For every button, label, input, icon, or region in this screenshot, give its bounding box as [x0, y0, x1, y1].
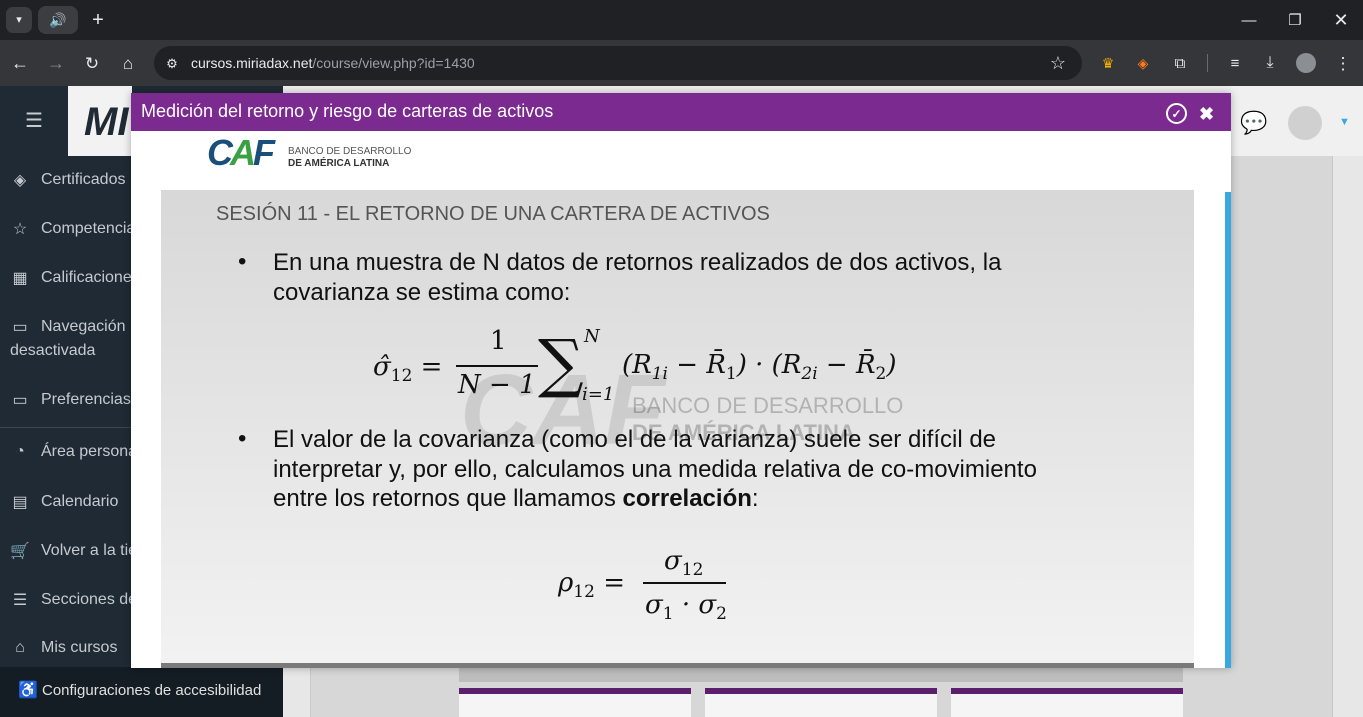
- complete-check-icon[interactable]: ✓: [1166, 103, 1187, 124]
- bullet2-line3-pre: entre los retornos que llamamos: [273, 485, 623, 512]
- caf-logo: CAF: [207, 132, 275, 173]
- star-icon: ☆: [12, 221, 28, 238]
- course-card[interactable]: [951, 688, 1183, 717]
- list-icon: ☰: [12, 592, 28, 609]
- sidebar-item-label: Calendario: [41, 493, 119, 510]
- sidebar-item-label: Competencias: [41, 220, 144, 237]
- sum-lower: i=1: [582, 384, 615, 405]
- sidebar-item-label: Mis cursos: [41, 639, 118, 656]
- sidebar-item-competencias[interactable]: ☆ Competencias: [10, 219, 143, 239]
- sidebar-item-label: Navegación: [41, 318, 126, 335]
- sidebar-item-calificaciones[interactable]: ▦ Calificaciones: [10, 268, 140, 288]
- tab-list-icon[interactable]: ▾: [6, 7, 32, 33]
- logo-text-line2: DE AMÉRICA LATINA: [288, 158, 390, 169]
- sidebar-item-label: Preferencias: [41, 391, 131, 408]
- minimize-icon[interactable]: —: [1235, 8, 1263, 32]
- home-icon[interactable]: ⌂: [118, 53, 138, 73]
- grad-cap-icon[interactable]: ◈: [1133, 53, 1153, 73]
- formula-corr-num: σ12: [664, 546, 704, 581]
- star-icon[interactable]: ☆: [1048, 53, 1068, 73]
- sidebar-item-label-line2: desactivada: [10, 342, 96, 359]
- bullet2-line2: interpretar y, por ello, calculamos una …: [273, 456, 1037, 483]
- profile-icon[interactable]: [1296, 53, 1316, 73]
- bullet2-line3: entre los retornos que llamamos correlac…: [273, 484, 759, 514]
- sidebar-item-mis-cursos[interactable]: ⌂ Mis cursos: [10, 639, 117, 657]
- formula-cov-lhs: σ̂12 =: [373, 352, 443, 387]
- new-tab-icon[interactable]: +: [86, 8, 110, 32]
- watermark-text-line1: BANCO DE DESARROLLO: [632, 393, 904, 418]
- sidebar-item-label: Calificaciones: [41, 269, 140, 286]
- formula-cov-num: 1: [490, 326, 507, 356]
- grad-icon: ⌂: [15, 639, 25, 656]
- close-window-icon[interactable]: ✕: [1327, 8, 1355, 32]
- sidebar-item-label: Certificados: [41, 171, 126, 188]
- site-logo[interactable]: MI: [84, 100, 128, 145]
- close-icon[interactable]: ✖: [1199, 104, 1214, 125]
- menu-icon[interactable]: ⋮: [1333, 53, 1353, 73]
- bullet2-line1: El valor de la covarianza (como el de la…: [273, 426, 997, 453]
- slide-bottom-border: [161, 663, 1194, 668]
- session-title: SESIÓN 11 - EL RETORNO DE UNA CARTERA DE…: [216, 203, 770, 225]
- bullet1-line2: covarianza se estima como:: [273, 279, 571, 306]
- formula-corr-den: σ1 · σ2: [645, 590, 727, 625]
- bullet2-line3-bold: correlación: [622, 485, 752, 512]
- sidebar-item-preferencias[interactable]: ▭ Preferencias: [10, 390, 131, 410]
- formula-cov-den: N − 1: [458, 370, 536, 400]
- bullet1-line1: En una muestra de N datos de retornos re…: [273, 249, 1002, 276]
- url-text: cursos.miriadax.net/course/view.php?id=1…: [191, 55, 475, 71]
- formula-frac-bar: [456, 365, 538, 367]
- download-icon[interactable]: ⤓: [1260, 53, 1280, 73]
- chevron-down-icon[interactable]: ▼: [1339, 116, 1350, 128]
- formula-cov-body: (R1i − R̄1) · (R2i − R̄2): [622, 350, 897, 385]
- modal-title: Medición del retorno y riesgo de cartera…: [141, 101, 554, 121]
- hamburger-icon[interactable]: ☰: [0, 86, 68, 156]
- sidebar-item-area-personal[interactable]: ◔ Área personal: [10, 443, 141, 461]
- logo-text-line1: BANCO DE DESARROLLO: [288, 146, 412, 157]
- calendar-icon: ▤: [12, 494, 28, 511]
- sum-symbol: ∑: [538, 327, 584, 401]
- cart-icon: 🛒: [10, 543, 30, 560]
- restore-icon[interactable]: ❐: [1281, 8, 1309, 32]
- user-avatar[interactable]: [1288, 106, 1322, 140]
- formula-frac-bar: [643, 582, 726, 584]
- sidebar-item-label: Área personal: [41, 443, 141, 460]
- reload-icon[interactable]: ↻: [82, 53, 102, 73]
- sum-upper: N: [584, 326, 600, 347]
- accessibility-label: Configuraciones de accesibilidad: [42, 681, 262, 699]
- bullet-dot: •: [238, 248, 247, 275]
- modal-scrollbar[interactable]: [1225, 192, 1231, 668]
- folder-icon: ▭: [12, 319, 28, 336]
- extensions-icon[interactable]: ⧉: [1170, 53, 1190, 73]
- media-icon[interactable]: ≡: [1225, 53, 1245, 73]
- sidebar-item-certificados[interactable]: ◈ Certificados: [10, 170, 126, 190]
- crown-icon[interactable]: ♛: [1098, 53, 1118, 73]
- speaker-icon[interactable]: 🔊: [38, 6, 78, 34]
- folder-icon: ▭: [12, 392, 28, 409]
- content-strip: [459, 668, 1183, 682]
- formula-corr-lhs: ρ12 =: [558, 568, 625, 603]
- url-host: cursos.miriadax.net: [191, 55, 313, 71]
- gradebook-icon: ▦: [12, 270, 28, 287]
- sidebar-item-navegacion[interactable]: ▭ Navegación: [10, 317, 126, 337]
- bullet-dot: •: [238, 425, 247, 452]
- forward-icon[interactable]: →: [46, 53, 66, 73]
- accessibility-icon: ♿: [18, 682, 38, 699]
- browser-tab-bar: [0, 0, 1363, 40]
- course-card[interactable]: [459, 688, 691, 717]
- site-info-icon[interactable]: ⚙: [163, 54, 181, 72]
- dashboard-icon: ◔: [15, 443, 25, 460]
- sidebar-item-calendario[interactable]: ▤ Calendario: [10, 492, 118, 512]
- messages-icon[interactable]: 💬: [1240, 110, 1267, 136]
- back-icon[interactable]: ←: [10, 53, 30, 73]
- layers-icon: ◈: [13, 172, 27, 189]
- toolbar-divider: [1207, 54, 1208, 72]
- course-card[interactable]: [705, 688, 937, 717]
- url-path: /course/view.php?id=1430: [312, 55, 475, 71]
- bullet2-line3-post: :: [751, 485, 759, 512]
- accessibility-settings[interactable]: ♿ Configuraciones de accesibilidad: [18, 680, 261, 700]
